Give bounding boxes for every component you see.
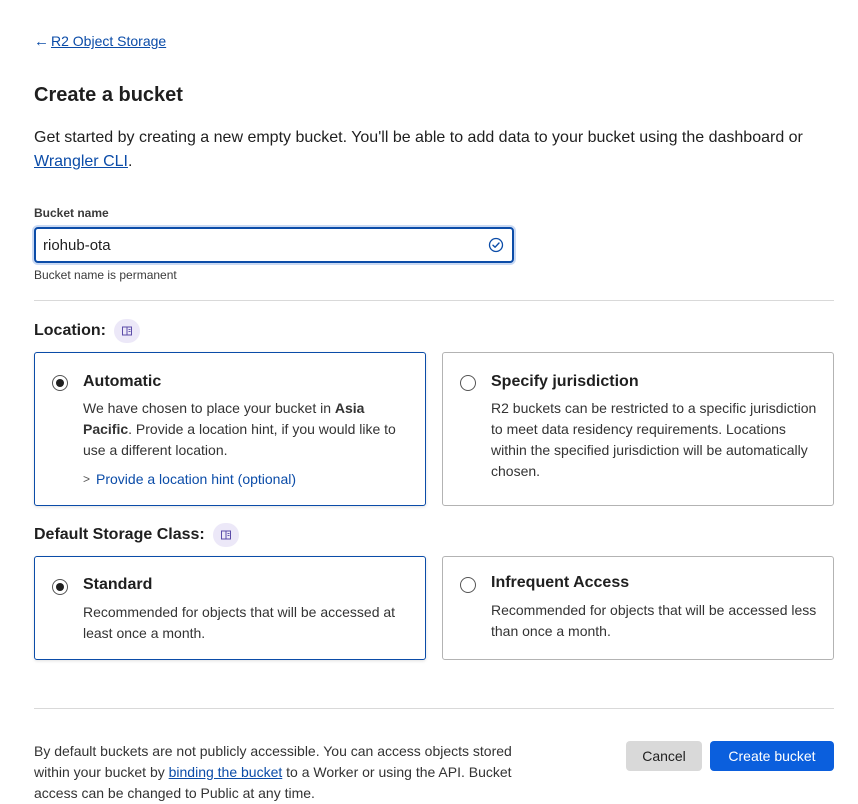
location-option-desc: R2 buckets can be restricted to a specif… — [491, 400, 817, 479]
desc-part: . Provide a location hint, if you would … — [83, 421, 396, 458]
radio-automatic[interactable] — [52, 375, 68, 391]
radio-jurisdiction[interactable] — [460, 375, 476, 391]
book-icon-glyph — [220, 530, 231, 540]
binding-the-bucket-link[interactable]: binding the bucket — [169, 764, 283, 780]
storage-option-desc: Recommended for objects that will be acc… — [491, 602, 817, 639]
storage-option-title: Standard — [83, 576, 153, 593]
storage-option-desc: Recommended for objects that will be acc… — [83, 604, 396, 641]
breadcrumb-label[interactable]: R2 Object Storage — [51, 33, 166, 49]
book-icon[interactable] — [114, 319, 140, 343]
check-circle-icon — [488, 237, 504, 253]
bucket-name-field[interactable] — [34, 227, 514, 263]
arrow-left-icon: ← — [34, 32, 49, 50]
storage-option-standard[interactable]: Standard Recommended for objects that wi… — [34, 556, 426, 660]
intro-text-body: Get started by creating a new empty buck… — [34, 129, 803, 146]
location-option-title: Automatic — [83, 373, 162, 390]
location-option-jurisdiction[interactable]: Specify jurisdiction R2 buckets can be r… — [442, 352, 834, 506]
intro-text: Get started by creating a new empty buck… — [34, 126, 844, 174]
location-section-label: Location: — [34, 319, 140, 343]
location-option-desc: We have chosen to place your bucket in A… — [83, 398, 413, 461]
bucket-name-input[interactable] — [36, 236, 473, 254]
chevron-right-icon: > — [83, 472, 91, 486]
desc-part: We have chosen to place your bucket in — [83, 400, 335, 416]
create-bucket-button[interactable]: Create bucket — [710, 741, 834, 771]
location-label: Location: — [34, 322, 106, 339]
radio-infrequent[interactable] — [460, 577, 476, 593]
divider — [34, 300, 834, 301]
storage-option-infrequent[interactable]: Infrequent Access Recommended for object… — [442, 556, 834, 660]
location-option-automatic[interactable]: Automatic We have chosen to place your b… — [34, 352, 426, 506]
intro-text-end: . — [127, 153, 133, 170]
storage-class-section-label: Default Storage Class: — [34, 523, 239, 547]
footer-note: By default buckets are not publicly acce… — [34, 741, 544, 804]
wrangler-cli-link[interactable]: Wrangler CLI — [34, 153, 128, 170]
book-icon[interactable] — [212, 523, 239, 547]
storage-class-label: Default Storage Class: — [34, 526, 205, 543]
bucket-name-help: Bucket name is permanent — [34, 268, 177, 282]
location-option-title: Specify jurisdiction — [491, 373, 639, 390]
bucket-name-label: Bucket name — [34, 206, 109, 220]
page-title: Create a bucket — [34, 84, 183, 106]
breadcrumb-back-link[interactable]: ← R2 Object Storage — [34, 33, 166, 49]
radio-standard[interactable] — [52, 579, 68, 595]
cancel-button[interactable]: Cancel — [626, 741, 702, 771]
divider — [34, 708, 834, 709]
book-icon-glyph — [122, 326, 132, 336]
location-hint-label: Provide a location hint (optional) — [96, 471, 297, 487]
location-hint-link[interactable]: > Provide a location hint (optional) — [83, 471, 296, 487]
storage-option-title: Infrequent Access — [491, 574, 630, 591]
